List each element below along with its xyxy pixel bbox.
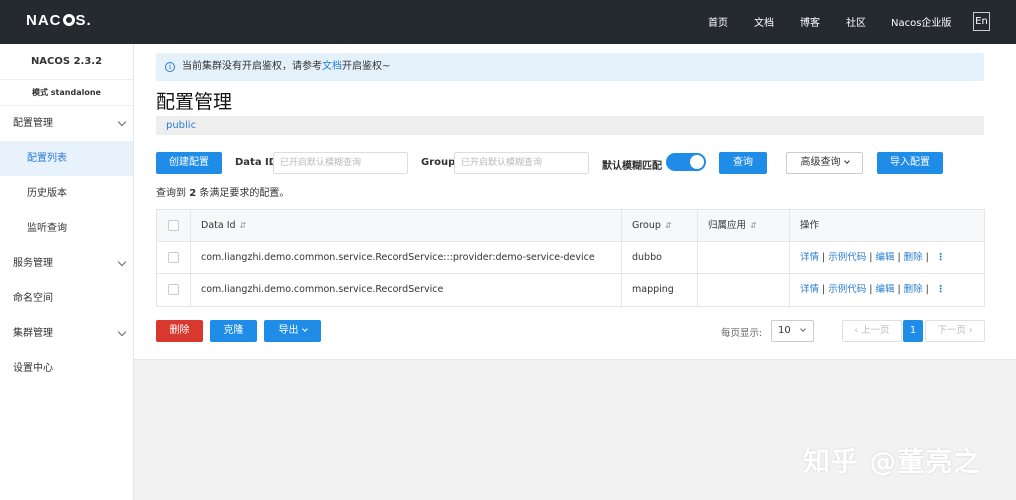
config-table: Data Id ⇵ Group ⇵ 归属应用 ⇵ 操作 com.liangzhi.de…: [156, 209, 985, 307]
sort-icon[interactable]: ⇵: [665, 221, 672, 230]
data-id-input[interactable]: [273, 152, 408, 174]
nav-docs[interactable]: 文档: [754, 14, 774, 29]
edit-link[interactable]: 编辑: [875, 284, 894, 295]
cell-ops: 详情 | 示例代码 | 编辑 | 删除 | ⋮: [800, 284, 946, 295]
nav-enterprise[interactable]: Nacos企业版: [891, 14, 951, 29]
chevron-down-icon: [117, 257, 127, 267]
col-data-id[interactable]: Data Id ⇵: [191, 210, 622, 241]
create-config-button[interactable]: 创建配置: [156, 152, 222, 174]
more-vertical-icon[interactable]: ⋮: [936, 284, 946, 295]
logo-ring-icon: [62, 14, 75, 26]
prev-page-button[interactable]: ‹ 上一页: [842, 320, 902, 342]
cell-group: mapping: [622, 274, 698, 306]
info-icon: i: [165, 62, 175, 72]
nav-home[interactable]: 首页: [708, 14, 728, 29]
batch-delete-button[interactable]: 删除: [156, 320, 203, 342]
clone-button[interactable]: 克隆: [210, 320, 257, 342]
sidebar-item-settings[interactable]: 设置中心: [0, 351, 133, 386]
page-1-button[interactable]: 1: [903, 320, 923, 342]
sidebar-item-history[interactable]: 历史版本: [0, 176, 133, 211]
sidebar-item-cluster-management[interactable]: 集群管理: [0, 316, 133, 351]
sidebar: NACOS 2.3.2 模式 standalone 配置管理 配置列表 历史版本…: [0, 44, 134, 500]
page-title: 配置管理: [156, 91, 233, 113]
next-page-button[interactable]: 下一页 ›: [925, 320, 985, 342]
table-header: Data Id ⇵ Group ⇵ 归属应用 ⇵ 操作: [157, 210, 984, 242]
chevron-down-icon: [301, 326, 308, 332]
col-group[interactable]: Group ⇵: [622, 210, 698, 241]
sidebar-item-config-list[interactable]: 配置列表: [0, 141, 133, 176]
sample-code-link[interactable]: 示例代码: [828, 252, 866, 263]
export-button[interactable]: 导出: [264, 320, 321, 342]
sort-icon[interactable]: ⇵: [750, 221, 757, 230]
mode-label: 模式 standalone: [0, 80, 133, 106]
page-size-label: 每页显示:: [721, 328, 763, 339]
language-switch-button[interactable]: En: [973, 12, 990, 31]
chevron-down-icon: [800, 326, 806, 332]
docs-link[interactable]: 文档: [322, 61, 342, 72]
import-config-button[interactable]: 导入配置: [877, 152, 943, 174]
sidebar-item-listener-query[interactable]: 监听查询: [0, 211, 133, 246]
sidebar-item-service-management[interactable]: 服务管理: [0, 246, 133, 281]
cell-group: dubbo: [622, 242, 698, 273]
sort-icon[interactable]: ⇵: [240, 221, 247, 230]
detail-link[interactable]: 详情: [800, 284, 819, 295]
more-vertical-icon[interactable]: ⋮: [936, 252, 946, 263]
sidebar-item-config-management[interactable]: 配置管理: [0, 106, 133, 141]
cell-data-id: com.liangzhi.demo.common.service.RecordS…: [191, 274, 622, 306]
group-input[interactable]: [454, 152, 589, 174]
page-size-select[interactable]: 10: [771, 320, 814, 342]
cell-app: [698, 274, 790, 306]
version-label: NACOS 2.3.2: [0, 44, 133, 80]
detail-link[interactable]: 详情: [800, 252, 819, 263]
col-app[interactable]: 归属应用 ⇵: [698, 210, 790, 241]
table-row: com.liangzhi.demo.common.service.RecordS…: [157, 274, 984, 306]
sidebar-item-namespace[interactable]: 命名空间: [0, 281, 133, 316]
namespace-tab-public[interactable]: public: [156, 116, 984, 135]
row-checkbox[interactable]: [168, 252, 179, 263]
zhihu-watermark: 知乎 @董亮之: [803, 447, 982, 478]
cell-app: [698, 242, 790, 273]
select-all-checkbox[interactable]: [168, 220, 179, 231]
group-label: Group: [421, 157, 456, 168]
auth-notice: i 当前集群没有开启鉴权，请参考文档开启鉴权~: [156, 53, 984, 81]
delete-link[interactable]: 删除: [904, 252, 923, 263]
chevron-down-icon: [117, 117, 127, 127]
top-bar: NAC S. 首页 文档 博客 社区 Nacos企业版 En: [0, 0, 1016, 44]
nacos-logo[interactable]: NAC S.: [26, 12, 92, 29]
advanced-query-button[interactable]: 高级查询: [786, 152, 863, 174]
col-ops: 操作: [800, 220, 820, 231]
main-panel: i 当前集群没有开启鉴权，请参考文档开启鉴权~ 配置管理 public 创建配置…: [134, 44, 1016, 360]
data-id-label: Data ID: [235, 157, 278, 168]
fuzzy-match-toggle[interactable]: [666, 153, 706, 171]
row-checkbox[interactable]: [168, 284, 179, 295]
fuzzy-match-label: 默认模糊匹配: [602, 161, 662, 172]
chevron-down-icon: [117, 327, 127, 337]
delete-link[interactable]: 删除: [904, 284, 923, 295]
chevron-down-icon: [843, 158, 850, 164]
cell-ops: 详情 | 示例代码 | 编辑 | 删除 | ⋮: [800, 252, 946, 263]
nav-community[interactable]: 社区: [846, 14, 866, 29]
nav-blog[interactable]: 博客: [800, 14, 820, 29]
toggle-knob: [690, 155, 704, 169]
query-button[interactable]: 查询: [719, 152, 767, 174]
edit-link[interactable]: 编辑: [875, 252, 894, 263]
sample-code-link[interactable]: 示例代码: [828, 284, 866, 295]
result-summary: 查询到 2 条满足要求的配置。: [156, 188, 290, 199]
cell-data-id: com.liangzhi.demo.common.service.RecordS…: [191, 242, 622, 273]
table-row: com.liangzhi.demo.common.service.RecordS…: [157, 242, 984, 274]
